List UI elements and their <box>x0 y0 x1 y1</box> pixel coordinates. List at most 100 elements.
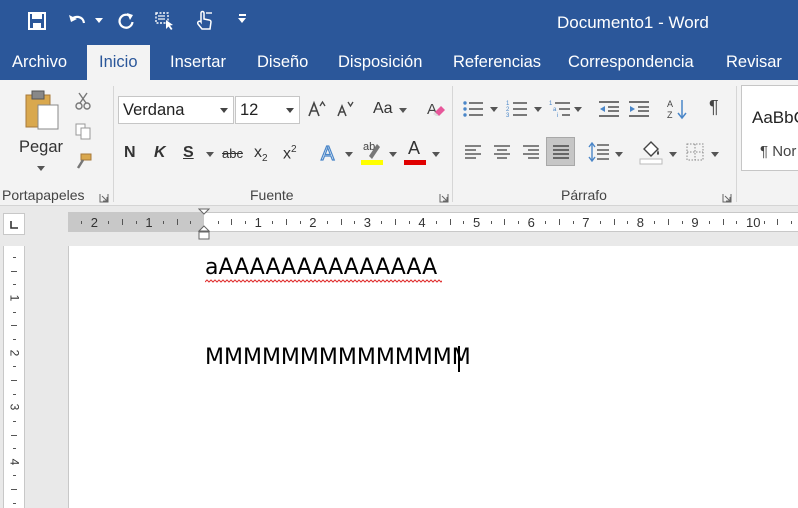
ruler-tick <box>299 220 301 224</box>
bullets-icon[interactable] <box>461 98 485 120</box>
chevron-down-icon[interactable] <box>615 152 623 157</box>
ruler-tick <box>340 219 342 225</box>
clipboard-launcher-icon[interactable] <box>99 190 109 203</box>
ruler-tick <box>190 220 192 224</box>
vruler-tick <box>11 434 17 436</box>
ruler-number: 7 <box>582 215 590 230</box>
paragraph-group-label: Párrafo <box>561 187 607 203</box>
ruler-tick <box>763 220 765 224</box>
tab-correspondencia[interactable]: Correspondencia <box>568 45 694 80</box>
numbering-icon[interactable]: 123 <box>505 98 529 120</box>
ruler-tick <box>599 220 601 224</box>
chevron-down-icon[interactable] <box>345 152 353 157</box>
document-line-2[interactable]: MMMMMMMMMMMMMM <box>205 345 471 370</box>
sort-icon[interactable]: AZ <box>666 96 690 122</box>
highlight-icon[interactable]: ab <box>361 138 385 166</box>
grow-font-icon[interactable] <box>306 98 328 120</box>
align-center-icon[interactable] <box>491 142 513 162</box>
align-right-icon[interactable] <box>520 142 542 162</box>
increase-indent-icon[interactable] <box>627 98 651 120</box>
vruler-number: 1 <box>7 294 22 302</box>
chevron-down-icon[interactable] <box>711 152 719 157</box>
font-size-value: 12 <box>240 101 259 119</box>
ruler-tick <box>326 220 328 224</box>
paste-label[interactable]: Pegar <box>19 138 63 157</box>
chevron-down-icon[interactable] <box>669 152 677 157</box>
bold-button[interactable]: N <box>124 144 136 162</box>
tab-selector-button[interactable] <box>3 213 25 235</box>
chevron-down-icon[interactable] <box>432 152 440 157</box>
line-spacing-icon[interactable] <box>587 140 611 164</box>
ruler-tick <box>572 220 574 224</box>
styles-gallery[interactable]: AaBbC ¶ Nor <box>741 85 798 171</box>
tab-revisar[interactable]: Revisar <box>726 45 782 80</box>
vruler-number: 3 <box>7 403 22 411</box>
borders-icon[interactable] <box>684 141 706 163</box>
chevron-down-icon[interactable] <box>220 108 228 113</box>
shading-icon[interactable] <box>638 138 664 166</box>
chevron-down-icon[interactable] <box>206 152 214 157</box>
document-page[interactable] <box>68 246 798 508</box>
ruler-tick <box>81 220 83 224</box>
vruler-tick <box>12 257 16 259</box>
ruler-tick <box>681 220 683 224</box>
decrease-indent-icon[interactable] <box>597 98 621 120</box>
tab-insertar[interactable]: Insertar <box>170 45 226 80</box>
paragraph-launcher-icon[interactable] <box>722 190 732 203</box>
title-bar: Documento1 - Word <box>0 0 798 45</box>
paste-dropdown-icon[interactable] <box>37 166 45 171</box>
vruler-tick <box>12 420 16 422</box>
font-size-combo[interactable]: 12 <box>235 96 300 124</box>
svg-text:Z: Z <box>667 110 673 120</box>
chevron-down-icon[interactable] <box>286 108 294 113</box>
italic-button[interactable]: K <box>154 144 166 162</box>
ruler-tick <box>217 220 219 224</box>
font-launcher-icon[interactable] <box>439 190 449 203</box>
font-name-combo[interactable]: Verdana <box>118 96 234 124</box>
horizontal-ruler[interactable]: 2 1 1 2 3 4 5 6 7 8 9 10 <box>68 212 798 232</box>
justify-icon[interactable] <box>546 137 575 166</box>
chevron-down-icon[interactable] <box>399 108 407 113</box>
text-effects-icon[interactable]: A <box>318 140 342 166</box>
indent-marker[interactable] <box>197 208 211 240</box>
change-case-button[interactable]: Aa <box>373 100 393 118</box>
chevron-down-icon[interactable] <box>490 107 498 112</box>
clear-format-icon[interactable]: A <box>424 97 448 121</box>
ruler-tick <box>654 220 656 224</box>
document-line-1[interactable]: aAAAAAAAAAAAAAA <box>205 255 437 280</box>
tab-referencias[interactable]: Referencias <box>453 45 541 80</box>
ruler-tick <box>231 219 233 225</box>
svg-text:A: A <box>667 99 673 109</box>
shrink-font-icon[interactable] <box>334 98 356 120</box>
separator <box>736 86 737 202</box>
chevron-down-icon[interactable] <box>574 107 582 112</box>
align-left-icon[interactable] <box>462 142 484 162</box>
font-color-button[interactable]: A <box>404 138 428 166</box>
vruler-tick <box>12 475 16 477</box>
copy-icon[interactable] <box>72 120 94 142</box>
chevron-down-icon[interactable] <box>534 107 542 112</box>
tab-diseno[interactable]: Diseño <box>257 45 308 80</box>
superscript-button[interactable]: x2 <box>283 144 297 163</box>
strikethrough-button[interactable]: abc <box>222 146 243 161</box>
ruler-tick <box>627 220 629 224</box>
ruler-number: 2 <box>90 215 99 230</box>
underline-button[interactable]: S <box>183 144 194 162</box>
subscript-button[interactable]: x2 <box>254 144 268 164</box>
vertical-ruler[interactable]: 1 2 3 4 <box>3 246 25 508</box>
show-marks-button[interactable]: ¶ <box>709 97 719 118</box>
tab-inicio[interactable]: Inicio <box>87 45 150 80</box>
spelling-squiggle <box>205 279 442 283</box>
subscript-letter: x <box>254 144 262 161</box>
tab-disposicion[interactable]: Disposición <box>338 45 422 80</box>
cut-icon[interactable] <box>72 90 94 112</box>
tab-archivo[interactable]: Archivo <box>12 45 67 80</box>
ruler-number: 2 <box>309 215 317 230</box>
multilevel-list-icon[interactable]: 1ai <box>548 98 572 120</box>
chevron-down-icon[interactable] <box>389 152 397 157</box>
ruler-tick <box>244 220 246 224</box>
paste-icon[interactable] <box>22 88 62 132</box>
vruler-tick <box>11 489 17 491</box>
format-painter-icon[interactable] <box>72 150 94 172</box>
window-title: Documento1 - Word <box>557 13 709 32</box>
